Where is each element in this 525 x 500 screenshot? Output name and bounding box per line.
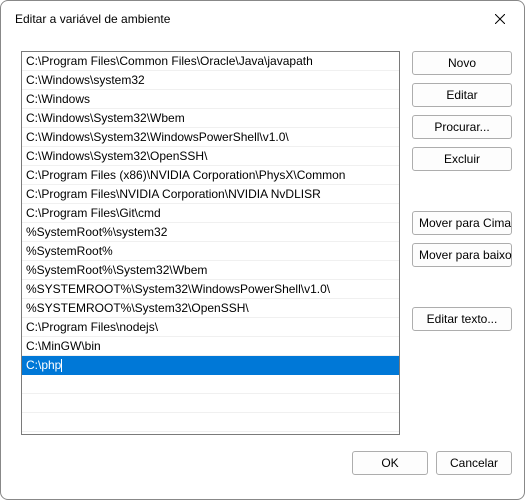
- close-icon: [495, 14, 505, 24]
- move-down-button[interactable]: Mover para baixo: [412, 243, 512, 267]
- close-button[interactable]: [478, 4, 522, 34]
- list-item[interactable]: C:\Windows: [22, 90, 399, 109]
- ok-button[interactable]: OK: [352, 451, 428, 475]
- path-listbox[interactable]: C:\Program Files\Common Files\Oracle\Jav…: [21, 51, 400, 435]
- move-up-button[interactable]: Mover para Cima: [412, 211, 512, 235]
- window-title: Editar a variável de ambiente: [15, 12, 170, 26]
- edit-button[interactable]: Editar: [412, 83, 512, 107]
- list-item[interactable]: C:\Windows\system32: [22, 71, 399, 90]
- delete-button[interactable]: Excluir: [412, 147, 512, 171]
- new-button[interactable]: Novo: [412, 51, 512, 75]
- list-item[interactable]: C:\Windows\System32\OpenSSH\: [22, 147, 399, 166]
- list-item-editing[interactable]: C:\php: [22, 356, 399, 375]
- list-item[interactable]: C:\Program Files\nodejs\: [22, 318, 399, 337]
- list-item[interactable]: %SYSTEMROOT%\System32\OpenSSH\: [22, 299, 399, 318]
- list-item[interactable]: C:\Program Files (x86)\NVIDIA Corporatio…: [22, 166, 399, 185]
- list-item[interactable]: C:\Windows\System32\WindowsPowerShell\v1…: [22, 128, 399, 147]
- dialog-footer: OK Cancelar: [1, 443, 524, 487]
- list-item[interactable]: C:\Program Files\Git\cmd: [22, 204, 399, 223]
- list-item[interactable]: %SystemRoot%: [22, 242, 399, 261]
- list-item[interactable]: %SYSTEMROOT%\System32\WindowsPowerShell\…: [22, 280, 399, 299]
- list-item[interactable]: C:\Windows\System32\Wbem: [22, 109, 399, 128]
- list-item-empty[interactable]: [22, 375, 399, 394]
- edit-text-button[interactable]: Editar texto...: [412, 307, 512, 331]
- list-item-empty[interactable]: [22, 394, 399, 413]
- cancel-button[interactable]: Cancelar: [436, 451, 512, 475]
- list-item-empty[interactable]: [22, 413, 399, 432]
- list-item[interactable]: C:\MinGW\bin: [22, 337, 399, 356]
- dialog-content: C:\Program Files\Common Files\Oracle\Jav…: [1, 37, 524, 443]
- list-item[interactable]: %SystemRoot%\system32: [22, 223, 399, 242]
- list-item[interactable]: %SystemRoot%\System32\Wbem: [22, 261, 399, 280]
- list-item[interactable]: C:\Program Files\NVIDIA Corporation\NVID…: [22, 185, 399, 204]
- path-edit-input[interactable]: C:\php: [22, 356, 399, 374]
- side-button-panel: Novo Editar Procurar... Excluir Mover pa…: [412, 51, 512, 435]
- browse-button[interactable]: Procurar...: [412, 115, 512, 139]
- titlebar: Editar a variável de ambiente: [1, 1, 524, 37]
- list-item[interactable]: C:\Program Files\Common Files\Oracle\Jav…: [22, 52, 399, 71]
